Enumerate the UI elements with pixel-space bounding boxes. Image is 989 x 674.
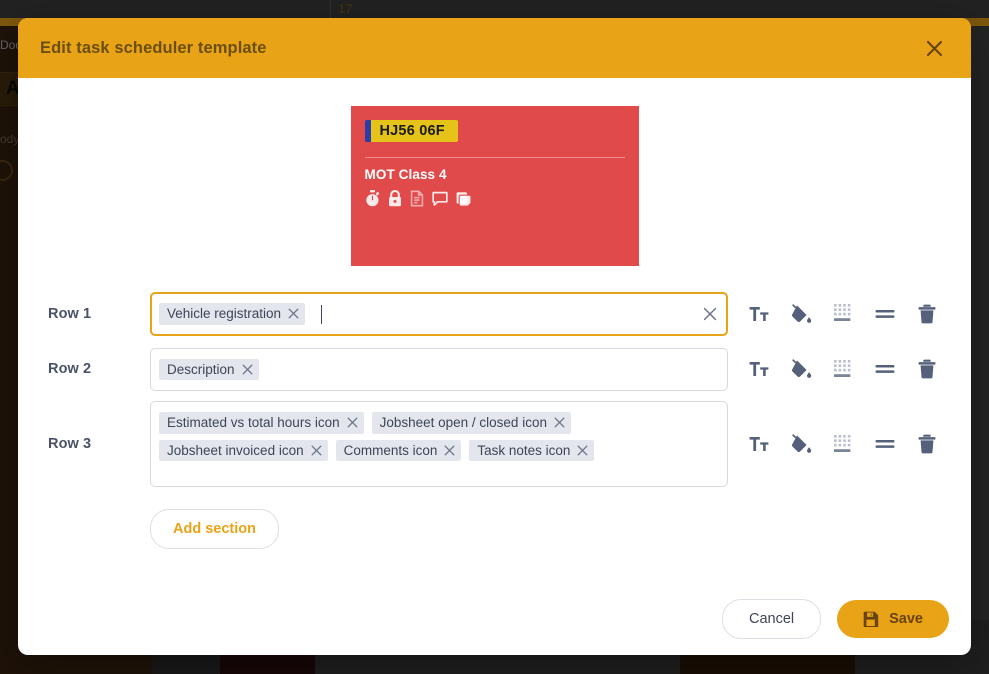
card-preview-container: HJ56 06F MOT Class 4: [18, 78, 971, 266]
trash-icon: [918, 304, 936, 324]
align-button[interactable]: [864, 297, 906, 331]
row-fields-input[interactable]: Description: [150, 347, 728, 392]
task-card-preview: HJ56 06F MOT Class 4: [350, 106, 639, 266]
template-row: Row 3 Estimated vs total hours icon Jobshe…: [48, 401, 971, 488]
field-chip-label: Description: [167, 361, 235, 377]
dialog-title: Edit task scheduler template: [40, 38, 267, 57]
field-chip-label: Vehicle registration: [167, 306, 282, 321]
comment-bubble-icon: [431, 191, 448, 212]
row-spacer: [48, 391, 971, 401]
template-row: Row 1 Vehicle registration: [48, 292, 971, 336]
row-actions: [738, 297, 948, 331]
lock-icon: [388, 189, 402, 212]
field-chip[interactable]: Jobsheet invoiced icon: [159, 439, 328, 462]
field-chip[interactable]: Comments icon: [335, 439, 462, 462]
field-chip[interactable]: Estimated vs total hours icon: [159, 412, 364, 434]
border-bottom-button: [822, 297, 864, 331]
save-button-label: Save: [889, 611, 923, 627]
align-icon: [875, 437, 895, 451]
field-chip[interactable]: Task notes icon: [469, 439, 595, 462]
card-divider: [364, 157, 625, 158]
border-bottom-icon: [833, 359, 853, 379]
chip-remove-icon[interactable]: [288, 308, 299, 319]
fill-color-button[interactable]: [780, 427, 822, 461]
field-chip[interactable]: Vehicle registration: [159, 303, 306, 325]
row-fields-input[interactable]: Estimated vs total hours icon Jobsheet op…: [150, 401, 728, 488]
text-size-icon: [749, 305, 769, 323]
field-chip-label: Jobsheet open / closed icon: [379, 415, 547, 431]
field-chip[interactable]: Description: [159, 358, 259, 381]
dialog-footer: Cancel Save: [721, 599, 949, 639]
chip-remove-icon[interactable]: [242, 364, 253, 375]
fill-color-button[interactable]: [780, 352, 822, 386]
row-spacer: [48, 336, 971, 348]
border-bottom-icon: [833, 304, 853, 323]
text-cursor: [321, 305, 323, 324]
fill-color-button[interactable]: [780, 297, 822, 331]
card-icon-strip: [365, 189, 625, 212]
chip-remove-icon[interactable]: [554, 417, 565, 428]
field-chip[interactable]: Jobsheet open / closed icon: [371, 412, 571, 434]
vehicle-registration-plate: HJ56 06F: [364, 120, 458, 142]
cancel-button[interactable]: Cancel: [721, 599, 822, 639]
fill-color-icon: [791, 359, 812, 379]
fill-color-icon: [791, 304, 812, 324]
field-chip-label: Jobsheet invoiced icon: [167, 442, 304, 458]
plate-registration-text: HJ56 06F: [370, 120, 458, 142]
card-subtitle: MOT Class 4: [364, 167, 447, 182]
trash-icon: [918, 434, 936, 454]
task-notes-copy-icon: [456, 191, 472, 212]
align-icon: [875, 362, 895, 376]
text-size-button[interactable]: [738, 352, 780, 386]
save-button[interactable]: Save: [837, 600, 949, 638]
trash-button[interactable]: [906, 352, 948, 386]
chip-remove-icon[interactable]: [577, 445, 588, 456]
align-button[interactable]: [864, 427, 906, 461]
add-section-button[interactable]: Add section: [150, 509, 279, 550]
dialog-header: Edit task scheduler template: [18, 18, 971, 78]
rows-list: Row 1 Vehicle registration Row 2 Descriptio…: [18, 292, 971, 488]
field-chip-label: Comments icon: [343, 442, 438, 458]
row-fields-input[interactable]: Vehicle registration: [150, 292, 728, 336]
close-icon[interactable]: [919, 33, 949, 63]
clear-field-icon[interactable]: [703, 307, 717, 321]
invoice-document-icon: [410, 190, 424, 212]
save-floppy-icon: [863, 611, 879, 627]
text-size-icon: [749, 360, 769, 378]
add-section-container: Add section: [18, 509, 971, 550]
chip-remove-icon[interactable]: [444, 445, 455, 456]
fill-color-icon: [791, 434, 812, 454]
trash-button[interactable]: [906, 297, 948, 331]
trash-icon: [918, 359, 936, 379]
stopwatch-icon: [365, 190, 380, 212]
align-button[interactable]: [864, 352, 906, 386]
edit-task-scheduler-template-dialog: Edit task scheduler template HJ56 06F MO…: [18, 18, 971, 655]
text-size-icon: [749, 435, 769, 453]
border-bottom-button: [822, 352, 864, 386]
chip-remove-icon[interactable]: [347, 417, 358, 428]
dialog-body: HJ56 06F MOT Class 4 Row 1 Vehicle regis…: [18, 78, 971, 655]
text-size-button[interactable]: [738, 297, 780, 331]
chip-remove-icon[interactable]: [311, 445, 322, 456]
row-label: Row 3: [48, 436, 92, 453]
template-row: Row 2 Description: [48, 347, 971, 392]
border-bottom-button: [822, 427, 864, 461]
trash-button[interactable]: [906, 427, 948, 461]
field-chip-label: Task notes icon: [477, 442, 571, 458]
text-size-button[interactable]: [738, 427, 780, 461]
border-bottom-icon: [833, 434, 853, 454]
field-chip-label: Estimated vs total hours icon: [167, 415, 340, 431]
row-label: Row 2: [48, 361, 92, 378]
row-actions: [738, 427, 948, 461]
row-actions: [738, 352, 948, 386]
align-icon: [875, 307, 895, 321]
row-label: Row 1: [48, 305, 92, 322]
